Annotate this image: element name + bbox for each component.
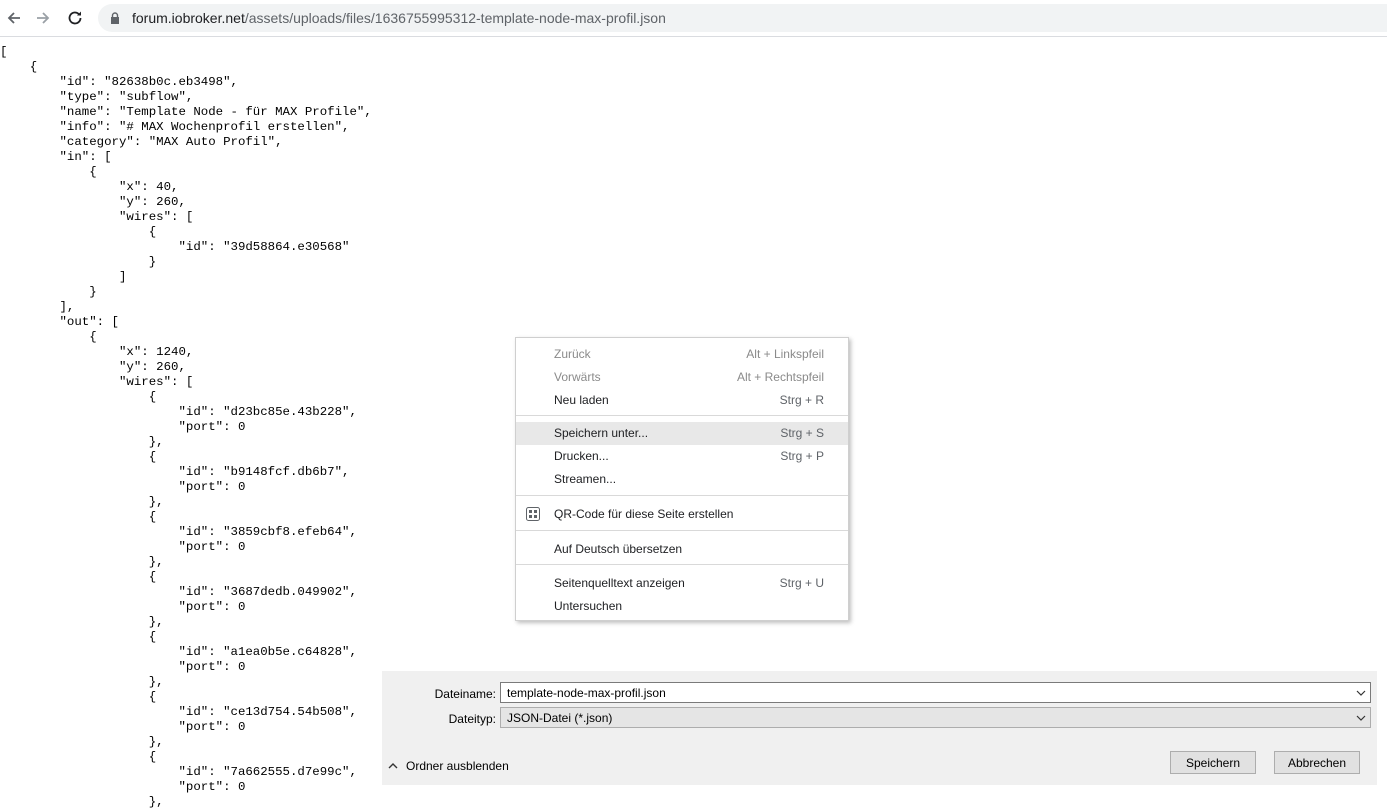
url-text: forum.iobroker.net/assets/uploads/files/… xyxy=(132,10,666,26)
menu-item-label: Neu laden xyxy=(554,393,609,407)
filename-value: template-node-max-profil.json xyxy=(507,686,666,700)
menu-item-save-as[interactable]: Speichern unter... Strg + S xyxy=(516,422,848,445)
chevron-down-icon xyxy=(1356,715,1366,721)
save-dialog: Dateiname: template-node-max-profil.json… xyxy=(382,671,1377,785)
save-button[interactable]: Speichern xyxy=(1170,751,1256,774)
filetype-select[interactable]: JSON-Datei (*.json) xyxy=(500,707,1371,728)
lock-icon xyxy=(111,12,119,24)
back-button[interactable] xyxy=(2,6,26,30)
filetype-value: JSON-Datei (*.json) xyxy=(507,711,613,725)
filename-label: Dateiname: xyxy=(434,687,496,701)
menu-item-view-source[interactable]: Seitenquelltext anzeigen Strg + U xyxy=(516,572,848,595)
menu-item-shortcut: Strg + R xyxy=(779,393,824,407)
arrow-left-icon xyxy=(7,12,20,24)
menu-item-shortcut: Strg + S xyxy=(780,426,824,440)
menu-item-cast[interactable]: Streamen... xyxy=(516,468,848,491)
menu-item-shortcut: Strg + U xyxy=(779,576,824,590)
filetype-label: Dateityp: xyxy=(448,712,496,726)
url-path: /assets/uploads/files/1636755995312-temp… xyxy=(244,10,666,26)
menu-item-back[interactable]: Zurück Alt + Linkspfeil xyxy=(516,343,848,366)
menu-item-shortcut: Alt + Linkspfeil xyxy=(746,347,824,361)
menu-item-forward[interactable]: Vorwärts Alt + Rechtspfeil xyxy=(516,366,848,389)
menu-separator xyxy=(516,530,848,531)
menu-item-print[interactable]: Drucken... Strg + P xyxy=(516,445,848,468)
menu-item-label: Auf Deutsch übersetzen xyxy=(554,542,683,556)
menu-separator xyxy=(516,564,848,565)
menu-item-label: Zurück xyxy=(554,347,591,361)
menu-item-label: Streamen... xyxy=(554,472,617,486)
menu-item-label: Speichern unter... xyxy=(554,426,649,440)
arrow-right-icon xyxy=(37,12,50,24)
menu-item-label: Drucken... xyxy=(554,449,609,463)
menu-item-label: Seitenquelltext anzeigen xyxy=(554,576,685,590)
address-bar[interactable]: forum.iobroker.net/assets/uploads/files/… xyxy=(98,4,1387,32)
qr-code-icon xyxy=(526,507,540,521)
menu-separator xyxy=(516,415,848,416)
filename-input[interactable]: template-node-max-profil.json xyxy=(500,682,1371,703)
menu-item-translate[interactable]: Auf Deutsch übersetzen xyxy=(516,538,848,561)
menu-item-inspect[interactable]: Untersuchen xyxy=(516,595,848,618)
menu-item-label: Vorwärts xyxy=(554,370,601,384)
chevron-down-icon[interactable] xyxy=(1355,687,1367,699)
menu-item-shortcut: Strg + P xyxy=(780,449,824,463)
menu-item-reload[interactable]: Neu laden Strg + R xyxy=(516,389,848,412)
menu-item-shortcut: Alt + Rechtspfeil xyxy=(736,370,824,384)
reload-icon xyxy=(68,11,82,25)
chevron-up-icon xyxy=(388,763,398,769)
json-content: [ { "id": "82638b0c.eb3498", "type": "su… xyxy=(0,45,372,809)
menu-separator xyxy=(516,495,848,496)
hide-folders-label: Ordner ausblenden xyxy=(406,759,509,773)
context-menu: Zurück Alt + Linkspfeil Vorwärts Alt + R… xyxy=(515,337,849,621)
url-host: forum.iobroker.net xyxy=(132,10,245,26)
browser-toolbar: forum.iobroker.net/assets/uploads/files/… xyxy=(0,0,1387,37)
forward-button[interactable] xyxy=(31,6,55,30)
menu-item-label: QR-Code für diese Seite erstellen xyxy=(554,507,734,521)
menu-item-qr-code[interactable]: QR-Code für diese Seite erstellen xyxy=(516,503,848,526)
reload-button[interactable] xyxy=(63,6,87,30)
menu-item-label: Untersuchen xyxy=(554,599,623,613)
cancel-button[interactable]: Abbrechen xyxy=(1274,751,1360,774)
